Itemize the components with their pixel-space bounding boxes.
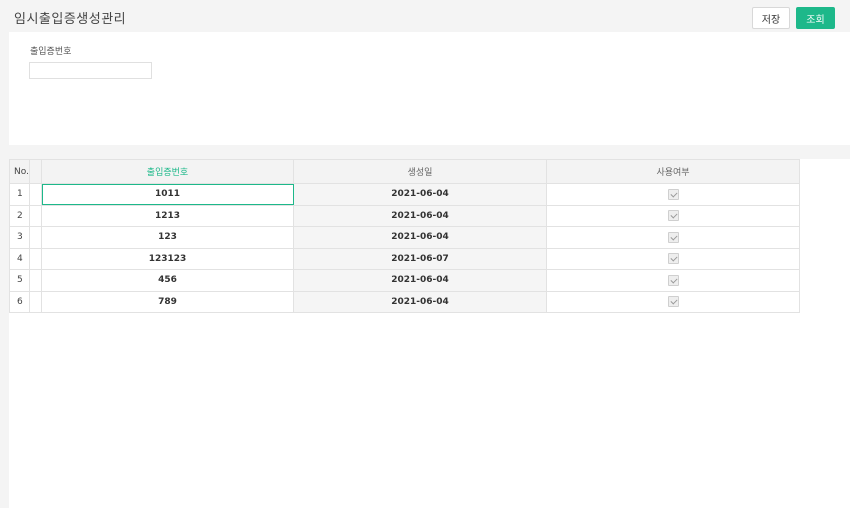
table-row[interactable]: 6 789 2021-06-04: [9, 290, 800, 313]
in-use-cell[interactable]: [546, 204, 800, 227]
created-date-cell: 2021-06-04: [293, 290, 547, 313]
table-row[interactable]: 4 123123 2021-06-07: [9, 247, 800, 270]
pass-number-cell[interactable]: 1011: [41, 183, 294, 206]
checkbox-checked-icon[interactable]: [667, 296, 679, 308]
row-number: 4: [9, 247, 30, 270]
pass-number-cell[interactable]: 1213: [41, 204, 294, 227]
in-use-cell[interactable]: [546, 247, 800, 270]
row-state-cell: [29, 269, 42, 292]
row-number: 6: [9, 290, 30, 313]
pass-number-cell[interactable]: 123: [41, 226, 294, 249]
grid-panel: No. 출입증번호 생성일 사용여부 1 1011 2021-06-04 2 1213 2…: [9, 159, 850, 508]
row-state-cell: [29, 204, 42, 227]
col-header-created-date[interactable]: 생성일: [293, 159, 547, 184]
col-header-in-use[interactable]: 사용여부: [546, 159, 800, 184]
search-panel: 출입증번호: [9, 32, 850, 145]
row-number: 5: [9, 269, 30, 292]
created-date-cell: 2021-06-04: [293, 269, 547, 292]
checkbox-checked-icon[interactable]: [667, 274, 679, 286]
grid-body: 1 1011 2021-06-04 2 1213 2021-06-04 3 123 2021-0…: [9, 183, 800, 313]
created-date-cell: 2021-06-04: [293, 183, 547, 206]
row-number: 3: [9, 226, 30, 249]
created-date-cell: 2021-06-04: [293, 204, 547, 227]
col-header-no: No.: [9, 159, 30, 184]
row-number: 2: [9, 204, 30, 227]
pass-number-cell[interactable]: 456: [41, 269, 294, 292]
row-state-cell: [29, 226, 42, 249]
created-date-cell: 2021-06-04: [293, 226, 547, 249]
table-row[interactable]: 2 1213 2021-06-04: [9, 204, 800, 227]
row-state-cell: [29, 290, 42, 313]
pass-number-cell[interactable]: 789: [41, 290, 294, 313]
pass-number-cell[interactable]: 123123: [41, 247, 294, 270]
row-state-cell: [29, 247, 42, 270]
table-row[interactable]: 1 1011 2021-06-04: [9, 183, 800, 206]
page-title: 임시출입증생성관리: [14, 12, 127, 27]
row-state-cell: [29, 183, 42, 206]
col-header-pass-number[interactable]: 출입증번호: [41, 159, 294, 184]
save-button[interactable]: 저장: [752, 7, 790, 29]
checkbox-checked-icon[interactable]: [667, 210, 679, 222]
checkbox-checked-icon[interactable]: [667, 188, 679, 200]
in-use-cell[interactable]: [546, 290, 800, 313]
created-date-cell: 2021-06-07: [293, 247, 547, 270]
table-row[interactable]: 3 123 2021-06-04: [9, 226, 800, 249]
in-use-cell[interactable]: [546, 226, 800, 249]
pass-grid: No. 출입증번호 생성일 사용여부 1 1011 2021-06-04 2 1213 2…: [9, 159, 800, 313]
pass-number-input[interactable]: [29, 62, 152, 79]
row-number: 1: [9, 183, 30, 206]
checkbox-checked-icon[interactable]: [667, 253, 679, 265]
grid-header-row: No. 출입증번호 생성일 사용여부: [9, 159, 800, 184]
col-header-state: [29, 159, 42, 184]
search-button[interactable]: 조회: [796, 7, 835, 29]
table-row[interactable]: 5 456 2021-06-04: [9, 269, 800, 292]
pass-number-label: 출입증번호: [30, 47, 72, 57]
in-use-cell[interactable]: [546, 183, 800, 206]
in-use-cell[interactable]: [546, 269, 800, 292]
checkbox-checked-icon[interactable]: [667, 231, 679, 243]
title-bar: 임시출입증생성관리 저장 조회: [0, 0, 850, 32]
